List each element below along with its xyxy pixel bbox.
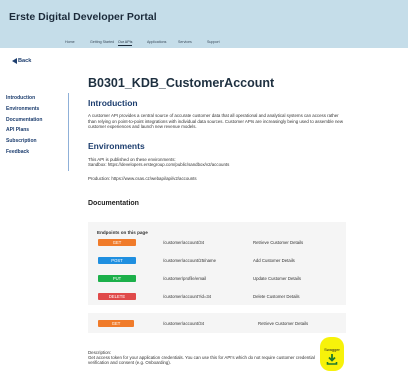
environments-production: Production: https://www.csas.cz/webapi/a… bbox=[88, 176, 197, 181]
swagger-download-button[interactable]: Swagger bbox=[320, 337, 344, 371]
endpoint-desc: Add Customer Details bbox=[253, 258, 295, 263]
main-nav: Home Getting Started Our APIs Applicatio… bbox=[0, 40, 408, 50]
nav-home[interactable]: Home bbox=[65, 40, 75, 44]
endpoint-path[interactable]: /customer/profile/email bbox=[163, 276, 206, 281]
endpoint-path[interactable]: /customer/account/34 bbox=[163, 240, 204, 245]
endpoint-path[interactable]: /customer/account?id=34 bbox=[163, 294, 211, 299]
endpoint-row[interactable]: PUT /customer/profile/email Update Custo… bbox=[88, 275, 346, 285]
header-bar: Erste Digital Developer Portal Home Gett… bbox=[0, 0, 408, 48]
back-arrow-icon bbox=[12, 58, 17, 64]
endpoint-description: Description: Get access token for your a… bbox=[88, 350, 328, 366]
environments-sandbox: Sandbox: https://developers.erstegroup.c… bbox=[88, 162, 230, 167]
swagger-label: Swagger bbox=[324, 347, 340, 352]
nav-getting-started[interactable]: Getting Started bbox=[90, 40, 114, 44]
environments-heading: Environments bbox=[88, 141, 145, 151]
method-badge: POST bbox=[98, 257, 136, 264]
page-title: B0301_KDB_CustomerAccount bbox=[88, 76, 275, 90]
sidebar-item-environments[interactable]: Environments bbox=[6, 104, 68, 115]
endpoint-row[interactable]: DELETE /customer/account?id=34 Delete Cu… bbox=[88, 293, 346, 303]
method-badge: GET bbox=[98, 320, 134, 327]
nav-our-apis[interactable]: Our APIs bbox=[118, 40, 133, 46]
endpoint-path[interactable]: /customer/account/25/name bbox=[163, 258, 216, 263]
documentation-heading: Documentation bbox=[88, 200, 139, 207]
nav-services[interactable]: Services bbox=[178, 40, 192, 44]
introduction-text: A customer API provides a central source… bbox=[88, 113, 344, 130]
endpoint-desc: Update Customer Details bbox=[253, 276, 302, 281]
selected-endpoint[interactable]: GET /customer/account/34 Retrieve Custom… bbox=[88, 313, 346, 333]
endpoint-row[interactable]: GET /customer/account/34 Retrieve Custom… bbox=[88, 239, 346, 249]
method-badge: GET bbox=[98, 239, 136, 246]
download-icon bbox=[326, 354, 338, 365]
nav-support[interactable]: Support bbox=[207, 40, 220, 44]
back-label: Back bbox=[18, 58, 32, 64]
introduction-heading: Introduction bbox=[88, 98, 138, 108]
endpoints-title: Endpoints on this page bbox=[97, 230, 148, 235]
method-badge: DELETE bbox=[98, 293, 136, 300]
endpoint-row[interactable]: POST /customer/account/25/name Add Custo… bbox=[88, 257, 346, 267]
sidebar-item-api-plans[interactable]: API Plans bbox=[6, 125, 68, 136]
endpoint-desc: Retrieve Customer Details bbox=[253, 240, 304, 245]
sidebar-item-subscription[interactable]: Subscription bbox=[6, 136, 68, 147]
nav-applications[interactable]: Applications bbox=[147, 40, 166, 44]
method-badge: PUT bbox=[98, 275, 136, 282]
sidebar-item-documentation[interactable]: Documentation bbox=[6, 115, 68, 126]
endpoints-panel: Endpoints on this page GET /customer/acc… bbox=[88, 222, 346, 305]
sidebar-item-feedback[interactable]: Feedback bbox=[6, 147, 68, 158]
sidebar-item-introduction[interactable]: Introduction bbox=[6, 93, 68, 104]
endpoint-desc: Retrieve Customer Details bbox=[258, 321, 309, 326]
endpoint-path: /customer/account/34 bbox=[163, 321, 205, 326]
sidebar: Introduction Environments Documentation … bbox=[6, 93, 69, 171]
brand-title[interactable]: Erste Digital Developer Portal bbox=[9, 11, 157, 23]
endpoint-desc: Delete Customer Details bbox=[253, 294, 300, 299]
description-text: Get access token for your application cr… bbox=[88, 355, 315, 366]
back-link[interactable]: Back bbox=[12, 58, 31, 64]
